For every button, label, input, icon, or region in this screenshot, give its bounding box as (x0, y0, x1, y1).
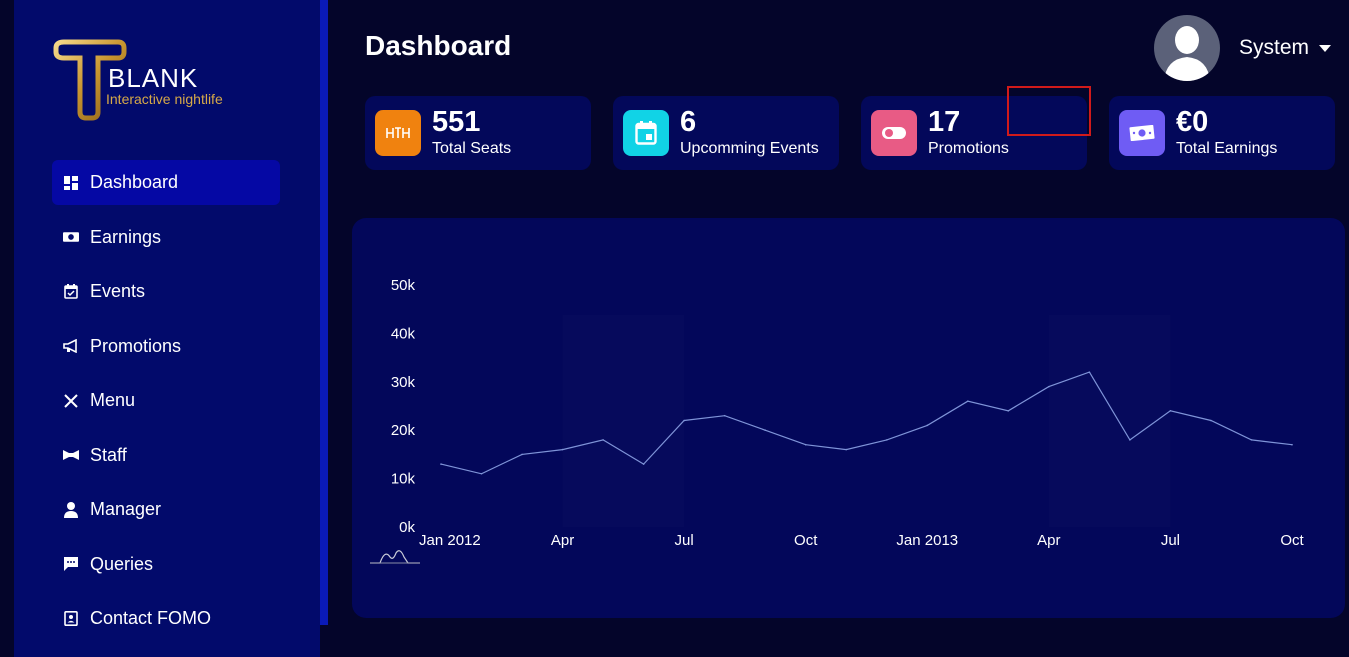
x-tick-label: Apr (1037, 532, 1060, 549)
data-point[interactable] (1088, 371, 1091, 373)
y-tick-label: 50k (391, 277, 416, 294)
data-point[interactable] (926, 424, 929, 427)
data-point[interactable] (642, 463, 645, 465)
data-point[interactable] (521, 453, 523, 456)
data-point[interactable] (602, 439, 604, 441)
x-tick-label: Jan 2012 (419, 532, 481, 549)
data-point[interactable] (1007, 410, 1010, 412)
data-point[interactable] (1048, 385, 1050, 388)
chart-band (1049, 315, 1171, 527)
x-tick-label: Oct (1280, 532, 1304, 549)
y-tick-label: 30k (391, 374, 416, 391)
data-point[interactable] (845, 448, 848, 451)
data-point[interactable] (1169, 410, 1172, 412)
x-tick-label: Oct (794, 532, 818, 549)
data-point[interactable] (804, 443, 807, 446)
data-point[interactable] (683, 419, 685, 422)
range-navigator-icon[interactable] (368, 545, 422, 565)
data-point[interactable] (723, 414, 726, 417)
data-point[interactable] (967, 400, 969, 402)
data-point[interactable] (885, 439, 888, 441)
data-point[interactable] (764, 429, 766, 432)
data-point[interactable] (1210, 419, 1212, 422)
y-tick-label: 20k (391, 422, 416, 439)
y-tick-label: 10k (391, 471, 416, 488)
data-point[interactable] (1291, 443, 1293, 446)
data-point[interactable] (440, 463, 442, 465)
x-tick-label: Apr (551, 532, 574, 549)
y-tick-label: 0k (399, 519, 415, 536)
x-tick-label: Jul (675, 532, 694, 549)
earnings-line-chart: 0k 10k 20k 30k 40k 50k Jan 2012 Apr Jul Oct Jan 20… (391, 277, 1305, 549)
chart-band (563, 315, 685, 527)
x-tick-label: Jul (1161, 532, 1180, 549)
data-point[interactable] (1129, 439, 1131, 441)
y-tick-label: 40k (391, 325, 416, 342)
data-point[interactable] (480, 472, 483, 475)
data-point[interactable] (561, 448, 564, 451)
data-point[interactable] (1250, 439, 1253, 441)
x-tick-label: Jan 2013 (896, 532, 958, 549)
